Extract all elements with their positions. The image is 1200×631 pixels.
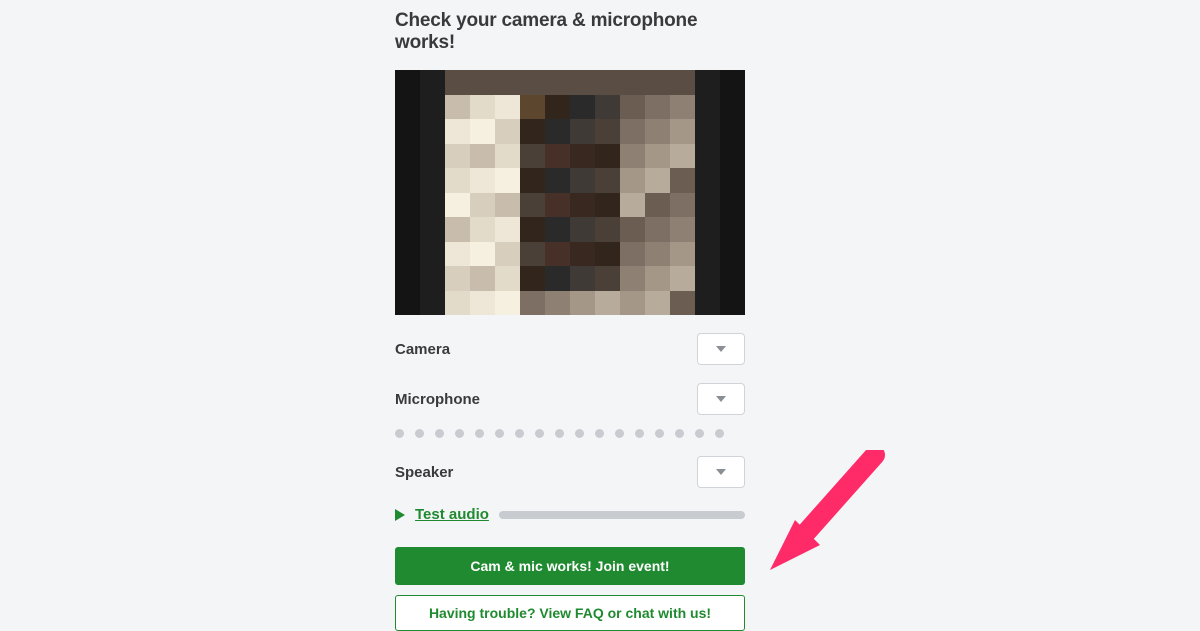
mic-level-dot (655, 429, 664, 438)
chevron-down-icon (716, 346, 726, 352)
mic-level-dot (455, 429, 464, 438)
speaker-label: Speaker (395, 464, 453, 481)
camera-dropdown[interactable] (697, 333, 745, 365)
join-event-button[interactable]: Cam & mic works! Join event! (395, 547, 745, 585)
mic-level-indicator (395, 429, 745, 438)
audio-progress-bar[interactable] (499, 511, 745, 519)
mic-level-dot (575, 429, 584, 438)
annotation-arrow (760, 450, 890, 580)
chevron-down-icon (716, 469, 726, 475)
mic-level-dot (435, 429, 444, 438)
mic-level-dot (395, 429, 404, 438)
speaker-row: Speaker (395, 456, 745, 488)
help-button[interactable]: Having trouble? View FAQ or chat with us… (395, 595, 745, 631)
mic-level-dot (695, 429, 704, 438)
mic-level-dot (415, 429, 424, 438)
microphone-label: Microphone (395, 391, 480, 408)
play-icon (395, 509, 405, 521)
mic-level-dot (475, 429, 484, 438)
mic-level-dot (635, 429, 644, 438)
device-check-card: Check your camera & microphone works! Ca… (395, 10, 745, 631)
microphone-dropdown[interactable] (697, 383, 745, 415)
chevron-down-icon (716, 396, 726, 402)
mic-level-dot (615, 429, 624, 438)
camera-row: Camera (395, 333, 745, 365)
test-audio-link[interactable]: Test audio (415, 506, 489, 523)
mic-level-dot (495, 429, 504, 438)
mic-level-dot (595, 429, 604, 438)
mic-level-dot (535, 429, 544, 438)
speaker-dropdown[interactable] (697, 456, 745, 488)
test-audio-row: Test audio (395, 506, 745, 523)
mic-level-dot (555, 429, 564, 438)
mic-level-dot (515, 429, 524, 438)
microphone-row: Microphone (395, 383, 745, 415)
camera-preview (395, 70, 745, 315)
mic-level-dot (675, 429, 684, 438)
page-title: Check your camera & microphone works! (395, 10, 745, 54)
mic-level-dot (715, 429, 724, 438)
camera-label: Camera (395, 341, 450, 358)
